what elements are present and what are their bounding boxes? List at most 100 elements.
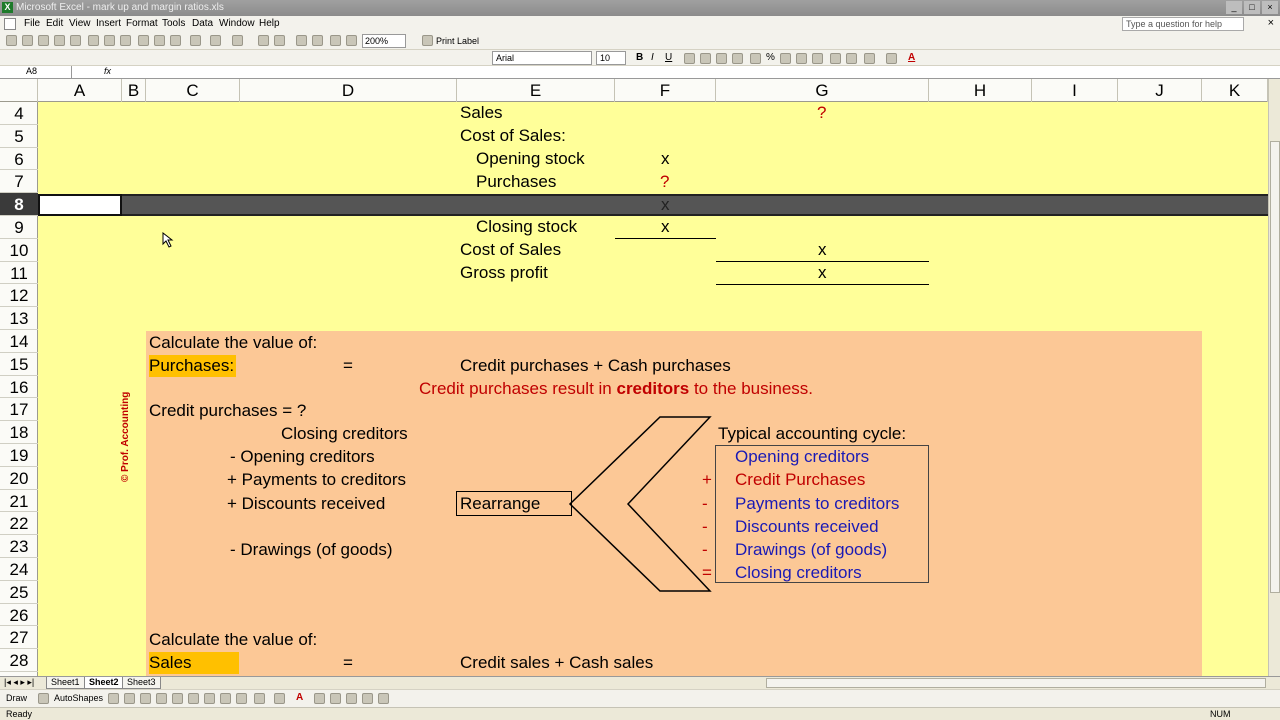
currency-icon[interactable]: [750, 53, 761, 64]
print-preview-icon[interactable]: [104, 35, 115, 46]
email-icon[interactable]: [70, 35, 81, 46]
redo-icon[interactable]: [232, 35, 243, 46]
help-search-input[interactable]: Type a question for help: [1122, 17, 1244, 31]
row-header[interactable]: 13: [0, 307, 38, 330]
sheet-area[interactable]: Sales ? Cost of Sales: Opening stock x P…: [38, 102, 1268, 676]
row-header[interactable]: 26: [0, 604, 38, 627]
column-header-c[interactable]: C: [146, 79, 240, 102]
menu-file[interactable]: File: [24, 18, 40, 29]
row-header[interactable]: 12: [0, 284, 38, 308]
tab-sheet3[interactable]: Sheet3: [122, 677, 161, 689]
arrow-icon[interactable]: [124, 693, 135, 704]
diagram-icon[interactable]: [204, 693, 215, 704]
spelling-icon[interactable]: [120, 35, 131, 46]
autosum-icon[interactable]: [274, 35, 285, 46]
merge-center-icon[interactable]: [732, 53, 743, 64]
selected-row-8[interactable]: [122, 194, 1268, 216]
borders-icon[interactable]: [864, 53, 875, 64]
select-all-corner[interactable]: [0, 79, 38, 102]
tab-sheet2[interactable]: Sheet2: [84, 677, 124, 689]
comma-style-icon[interactable]: [780, 53, 791, 64]
close-workbook-icon[interactable]: ×: [1268, 17, 1274, 29]
sort-descending-icon[interactable]: [312, 35, 323, 46]
oval-icon[interactable]: [156, 693, 167, 704]
row-header[interactable]: 7: [0, 170, 38, 194]
line-icon[interactable]: [108, 693, 119, 704]
tab-sheet1[interactable]: Sheet1: [46, 677, 85, 689]
zoom-select[interactable]: 200%: [362, 34, 406, 48]
worksheet-grid[interactable]: A B C D E F G H I J K 4 5 6 7 8 9 10 11 …: [0, 79, 1268, 676]
row-header[interactable]: 6: [0, 148, 38, 171]
decrease-decimal-icon[interactable]: [812, 53, 823, 64]
font-color-draw-icon[interactable]: A: [296, 692, 303, 703]
minimize-button[interactable]: _: [1226, 1, 1242, 14]
arrow-style-icon[interactable]: [346, 693, 357, 704]
picture-icon[interactable]: [236, 693, 247, 704]
font-select[interactable]: Arial: [492, 51, 592, 65]
column-header-e[interactable]: E: [457, 79, 615, 102]
draw-menu-button[interactable]: Draw: [6, 693, 27, 703]
row-header[interactable]: 9: [0, 216, 38, 239]
printer-icon[interactable]: [422, 35, 433, 46]
menu-view[interactable]: View: [69, 18, 91, 29]
3d-icon[interactable]: [378, 693, 389, 704]
column-header-d[interactable]: D: [240, 79, 457, 102]
print-label-button[interactable]: Print Label: [436, 36, 479, 46]
menu-tools[interactable]: Tools: [162, 18, 185, 29]
dash-style-icon[interactable]: [330, 693, 341, 704]
row-header[interactable]: 20: [0, 467, 38, 490]
percent-button[interactable]: %: [766, 52, 775, 63]
column-header-b[interactable]: B: [122, 79, 146, 102]
row-header[interactable]: 14: [0, 330, 38, 353]
horizontal-scrollbar[interactable]: [766, 678, 1266, 688]
menu-format[interactable]: Format: [126, 18, 158, 29]
row-header[interactable]: 28: [0, 649, 38, 672]
sort-ascending-icon[interactable]: [296, 35, 307, 46]
row-header[interactable]: 5: [0, 125, 38, 148]
wordart-icon[interactable]: [188, 693, 199, 704]
shadow-icon[interactable]: [362, 693, 373, 704]
column-header-i[interactable]: I: [1032, 79, 1118, 102]
textbox-icon[interactable]: [172, 693, 183, 704]
autoshapes-button[interactable]: AutoShapes: [54, 693, 103, 703]
column-header-a[interactable]: A: [38, 79, 122, 102]
column-header-f[interactable]: F: [615, 79, 716, 102]
increase-decimal-icon[interactable]: [796, 53, 807, 64]
chart-wizard-icon[interactable]: [330, 35, 341, 46]
line-color-icon[interactable]: [274, 693, 285, 704]
copy-icon[interactable]: [154, 35, 165, 46]
menu-edit[interactable]: Edit: [46, 18, 63, 29]
fill-color-icon[interactable]: [886, 53, 897, 64]
permission-icon[interactable]: [54, 35, 65, 46]
align-left-icon[interactable]: [684, 53, 695, 64]
select-objects-icon[interactable]: [38, 693, 49, 704]
row-header[interactable]: 21: [0, 490, 38, 513]
column-header-g[interactable]: G: [716, 79, 929, 102]
clipart-icon[interactable]: [220, 693, 231, 704]
italic-button[interactable]: I: [651, 52, 654, 63]
row-header[interactable]: 27: [0, 626, 38, 650]
rectangle-icon[interactable]: [140, 693, 151, 704]
vertical-scroll-thumb[interactable]: [1270, 141, 1280, 593]
align-right-icon[interactable]: [716, 53, 727, 64]
maximize-button[interactable]: □: [1244, 1, 1260, 14]
vertical-scrollbar[interactable]: [1268, 79, 1280, 676]
align-center-icon[interactable]: [700, 53, 711, 64]
hyperlink-icon[interactable]: [258, 35, 269, 46]
menu-help[interactable]: Help: [259, 18, 280, 29]
column-header-h[interactable]: H: [929, 79, 1032, 102]
underline-button[interactable]: U: [665, 52, 672, 63]
format-painter-icon[interactable]: [190, 35, 201, 46]
row-header[interactable]: 18: [0, 421, 38, 444]
print-icon[interactable]: [88, 35, 99, 46]
row-header[interactable]: 17: [0, 398, 38, 422]
row-header[interactable]: 16: [0, 376, 38, 399]
font-color-icon[interactable]: A: [908, 52, 915, 63]
column-header-j[interactable]: J: [1118, 79, 1202, 102]
save-icon[interactable]: [38, 35, 49, 46]
name-box[interactable]: A8: [0, 66, 72, 79]
tab-scroll-arrows-icon[interactable]: |◂ ◂ ▸ ▸|: [4, 677, 34, 688]
undo-icon[interactable]: [210, 35, 221, 46]
font-size-select[interactable]: 10: [596, 51, 626, 65]
row-header[interactable]: 22: [0, 512, 38, 536]
